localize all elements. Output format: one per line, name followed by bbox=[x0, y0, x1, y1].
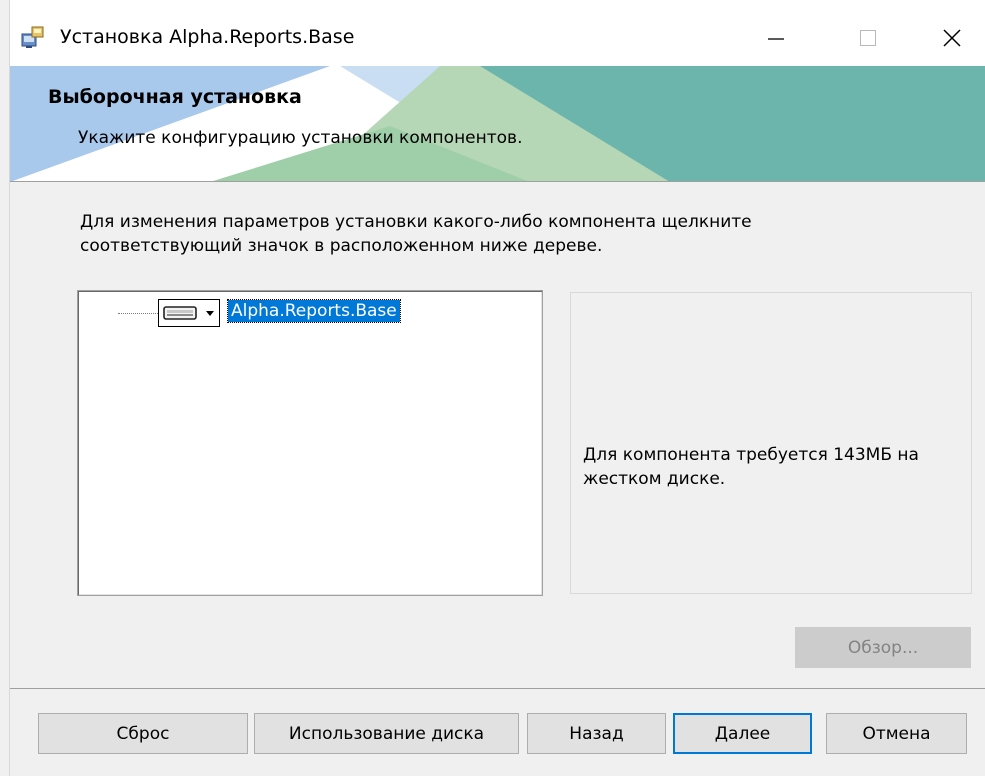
feature-state-dropdown[interactable] bbox=[158, 299, 220, 327]
banner-title: Выборочная установка bbox=[48, 86, 302, 108]
disk-usage-button[interactable]: Использование диска bbox=[254, 713, 519, 754]
tree-connector-line bbox=[118, 313, 160, 314]
close-button[interactable] bbox=[922, 14, 982, 62]
footer-separator bbox=[10, 688, 985, 689]
chevron-down-icon bbox=[206, 311, 214, 316]
instructions-text: Для изменения параметров установки каког… bbox=[80, 212, 752, 256]
window-title: Установка Alpha.Reports.Base bbox=[60, 26, 355, 48]
maximize-icon bbox=[860, 30, 876, 46]
tree-item-label[interactable]: Alpha.Reports.Base bbox=[227, 299, 401, 323]
next-button[interactable]: Далее bbox=[673, 713, 812, 754]
cancel-button[interactable]: Отмена bbox=[826, 713, 967, 754]
back-button[interactable]: Назад bbox=[527, 713, 666, 754]
installer-app-icon bbox=[21, 26, 44, 48]
minimize-icon bbox=[768, 38, 784, 40]
feature-info-panel: Для компонента требуется 143МБ на жестко… bbox=[570, 292, 972, 594]
banner-background bbox=[10, 66, 985, 181]
title-bar[interactable]: Установка Alpha.Reports.Base bbox=[10, 0, 985, 66]
close-icon bbox=[943, 29, 961, 47]
minimize-button[interactable] bbox=[746, 14, 806, 62]
disk-requirement-text: Для компонента требуется 143МБ на жестко… bbox=[583, 445, 919, 489]
browse-button[interactable]: Обзор... bbox=[795, 627, 971, 668]
maximize-button[interactable] bbox=[838, 14, 898, 62]
hard-drive-icon bbox=[163, 306, 197, 320]
header-banner: Выборочная установка Укажите конфигураци… bbox=[10, 66, 985, 182]
window-left-edge bbox=[0, 0, 10, 776]
reset-button[interactable]: Сброс bbox=[38, 713, 248, 754]
installer-window: Установка Alpha.Reports.Base Выборочная … bbox=[0, 0, 985, 776]
feature-tree[interactable]: Alpha.Reports.Base bbox=[77, 290, 543, 596]
banner-subtitle: Укажите конфигурацию установки компонент… bbox=[78, 128, 523, 148]
